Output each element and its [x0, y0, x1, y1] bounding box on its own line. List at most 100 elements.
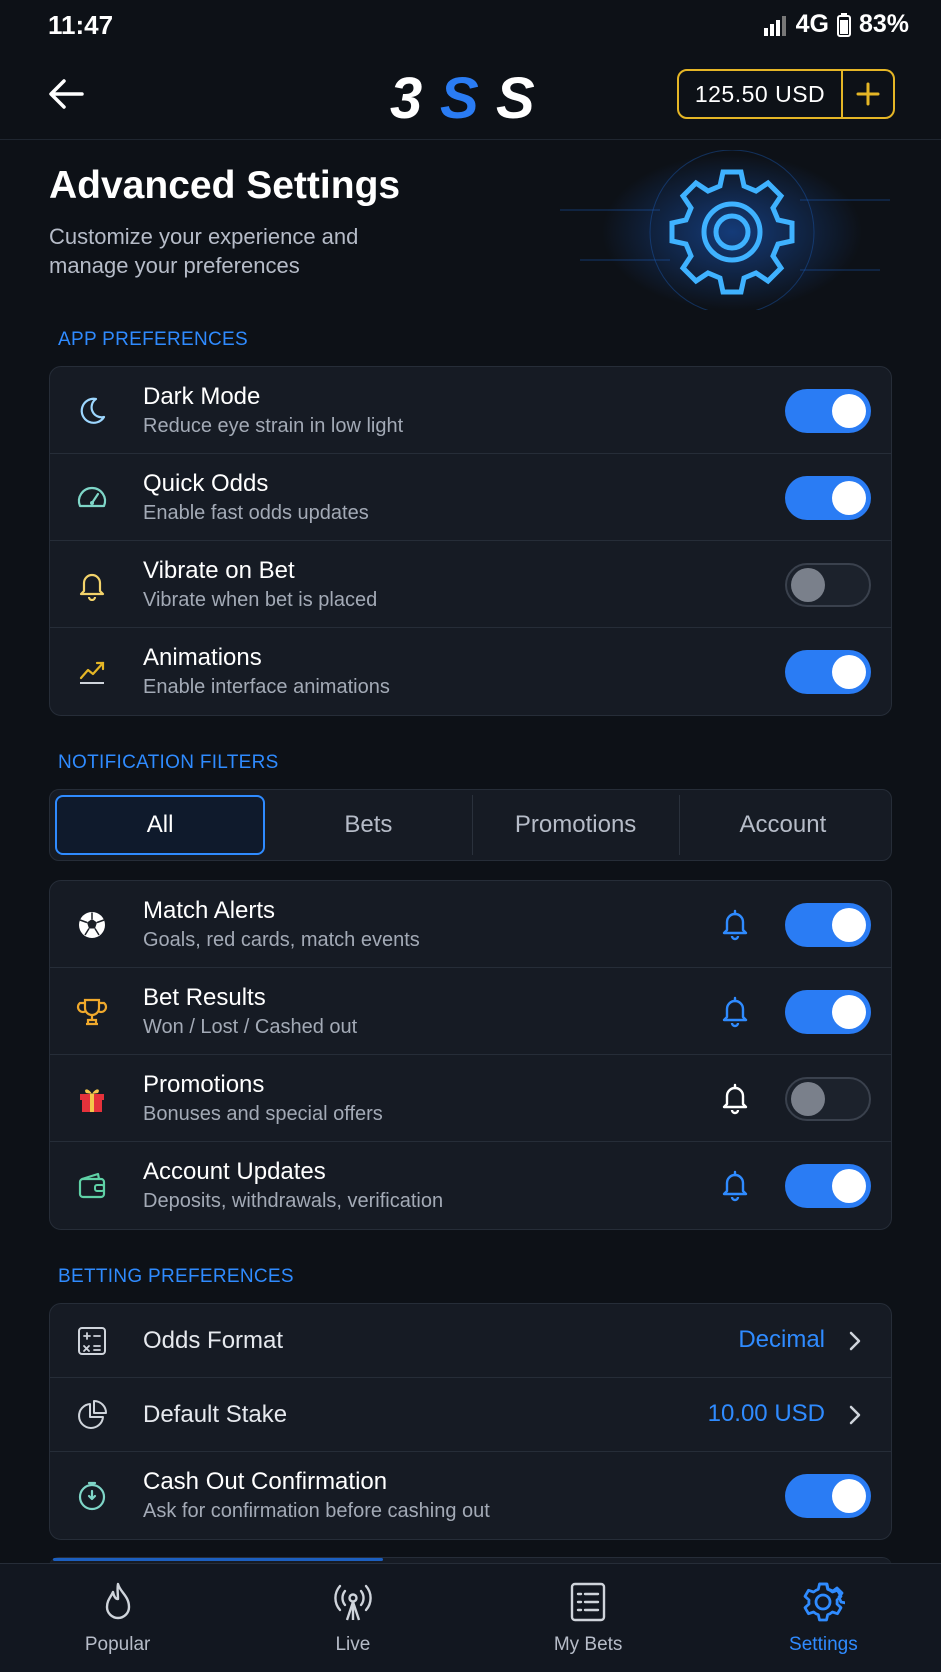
account-updates-toggle[interactable] [785, 1164, 871, 1208]
notification-subtitle: Won / Lost / Cashed out [143, 1016, 358, 1038]
gift-icon [80, 1089, 104, 1112]
betting-preferences-card: Odds Format Decimal Default Stake 10.00 … [49, 1303, 892, 1540]
notification-row-match-alerts: Match Alerts Goals, red cards, match eve… [50, 881, 891, 968]
brand-logo: 3 S S [390, 66, 556, 131]
setting-row-dark-mode: Dark Mode Reduce eye strain in low light [50, 367, 891, 454]
animations-toggle[interactable] [785, 650, 871, 694]
setting-title: Quick Odds [143, 470, 269, 497]
chevron-right-icon [849, 1405, 861, 1425]
bell-icon[interactable] [718, 1081, 752, 1115]
notification-title: Match Alerts [143, 897, 276, 924]
setting-row-quick-odds: Quick Odds Enable fast odds updates [50, 454, 891, 541]
promotions-toggle[interactable] [785, 1077, 871, 1121]
calculator-icon [78, 1327, 106, 1355]
nav-my-bets[interactable]: My Bets [471, 1564, 706, 1672]
notification-row-bet-results: Bet Results Won / Lost / Cashed out [50, 968, 891, 1055]
nav-label: Settings [789, 1634, 858, 1655]
soccer-ball-icon [79, 912, 105, 938]
svg-text:S: S [496, 68, 535, 124]
vibrate-on-bet-toggle[interactable] [785, 563, 871, 607]
signal-icon [763, 15, 786, 36]
bell-icon[interactable] [718, 907, 752, 941]
odds-format-value: Decimal [738, 1326, 825, 1353]
trophy-icon [76, 998, 108, 1026]
cash-out-subtitle: Ask for confirmation before cashing out [143, 1500, 490, 1522]
notification-row-promotions: Promotions Bonuses and special offers [50, 1055, 891, 1142]
default-stake-value: 10.00 USD [707, 1400, 825, 1427]
notification-title: Account Updates [143, 1158, 326, 1185]
back-button[interactable] [44, 72, 88, 116]
page-subtitle-line2: manage your preferences [49, 253, 300, 278]
chevron-right-icon [849, 1331, 861, 1351]
broadcast-icon [334, 1584, 372, 1621]
receipt-icon [570, 1582, 606, 1622]
battery-level: 83% [858, 10, 909, 38]
tab-promotions[interactable]: Promotions [473, 795, 680, 855]
setting-title: Dark Mode [143, 383, 261, 410]
nav-settings[interactable]: Settings [706, 1564, 941, 1672]
nav-label: My Bets [553, 1634, 623, 1655]
status-bar: 11:47 4G 83% [0, 0, 941, 50]
page-subtitle-line1: Customize your experience and [49, 224, 359, 249]
setting-subtitle: Vibrate when bet is placed [143, 589, 378, 611]
notification-subtitle: Goals, red cards, match events [143, 929, 420, 951]
notification-subtitle: Bonuses and special offers [143, 1103, 383, 1125]
tab-bets[interactable]: Bets [265, 795, 473, 855]
odds-format-row[interactable]: Odds Format Decimal [50, 1304, 891, 1378]
svg-text:3: 3 [390, 68, 422, 124]
battery-icon [836, 12, 851, 37]
pie-chart-icon [78, 1400, 107, 1429]
setting-subtitle: Reduce eye strain in low light [143, 415, 404, 437]
timer-icon [78, 1481, 106, 1511]
notification-row-account-updates: Account Updates Deposits, withdrawals, v… [50, 1142, 891, 1229]
nav-label: Live [335, 1634, 371, 1655]
setting-title: Vibrate on Bet [143, 557, 295, 584]
cash-out-confirmation-row: Cash Out Confirmation Ask for confirmati… [50, 1452, 891, 1539]
bell-icon[interactable] [718, 994, 752, 1028]
notification-title: Bet Results [143, 984, 266, 1011]
flame-icon [105, 1582, 130, 1620]
notification-filters-card: Match Alerts Goals, red cards, match eve… [49, 880, 892, 1230]
bell-icon [79, 573, 105, 601]
cash-out-title: Cash Out Confirmation [143, 1468, 388, 1495]
gear-icon [803, 1582, 846, 1622]
balance-amount: 125.50 USD [694, 80, 826, 107]
speedometer-icon [77, 486, 107, 508]
page-title: Advanced Settings [49, 164, 401, 207]
default-stake-label: Default Stake [143, 1401, 288, 1428]
bell-icon[interactable] [718, 1168, 752, 1202]
plus-icon [856, 82, 880, 106]
section-label-app-preferences: APP PREFERENCES [58, 329, 248, 350]
wallet-icon [78, 1172, 106, 1199]
status-indicators: 4G 83% [762, 10, 909, 39]
notification-title: Promotions [143, 1071, 265, 1098]
balance-widget[interactable]: 125.50 USD [677, 69, 895, 119]
nav-live[interactable]: Live [235, 1564, 470, 1672]
tab-account[interactable]: Account [680, 795, 886, 855]
odds-format-label: Odds Format [143, 1327, 284, 1354]
setting-row-vibrate-on-bet: Vibrate on Bet Vibrate when bet is place… [50, 541, 891, 628]
setting-row-animations: Animations Enable interface animations [50, 628, 891, 715]
glowing-gear-illustration [560, 149, 900, 315]
nav-popular[interactable]: Popular [0, 1564, 235, 1672]
arrow-left-icon [49, 79, 84, 109]
svg-text:S: S [440, 68, 479, 124]
setting-subtitle: Enable interface animations [143, 676, 390, 698]
network-type: 4G [795, 10, 829, 38]
default-stake-row[interactable]: Default Stake 10.00 USD [50, 1378, 891, 1452]
setting-title: Animations [143, 644, 262, 671]
match-alerts-toggle[interactable] [785, 903, 871, 947]
nav-label: Popular [84, 1634, 151, 1655]
section-label-notification-filters: NOTIFICATION FILTERS [58, 752, 279, 773]
dark-mode-toggle[interactable] [785, 389, 871, 433]
section-label-betting-preferences: BETTING PREFERENCES [58, 1266, 294, 1287]
tab-all[interactable]: All [55, 795, 266, 855]
deposit-button[interactable] [841, 71, 893, 117]
app-header: 3 S S 125.50 USD [0, 50, 941, 140]
app-preferences-card: Dark Mode Reduce eye strain in low light… [49, 366, 892, 716]
bet-results-toggle[interactable] [785, 990, 871, 1034]
moon-icon [80, 397, 106, 424]
cash-out-confirmation-toggle[interactable] [785, 1474, 871, 1518]
quick-odds-toggle[interactable] [785, 476, 871, 520]
status-time: 11:47 [48, 10, 114, 40]
